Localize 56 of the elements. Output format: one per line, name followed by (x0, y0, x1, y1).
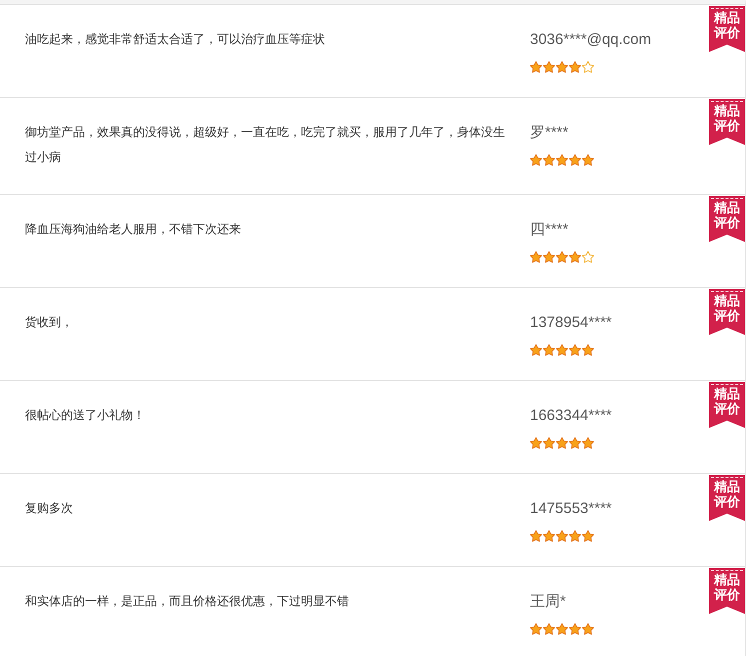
review-text: 货收到， (25, 314, 74, 331)
star-icon (582, 154, 594, 166)
star-icon (530, 61, 542, 73)
review-text: 御坊堂产品，效果真的没得说，超级好，一直在吃，吃完了就买，服用了几年了，身体没生过小病 (25, 124, 506, 166)
star-icon (556, 251, 568, 263)
star-icon (543, 251, 555, 263)
star-icon (530, 623, 542, 635)
star-icon (569, 437, 581, 449)
featured-review-ribbon: 精品评价 (709, 568, 745, 614)
featured-review-ribbon: 精品评价 (709, 6, 745, 52)
star-icon (582, 623, 594, 635)
star-icon (556, 154, 568, 166)
star-icon (582, 344, 594, 356)
reviewer-name: 3036****@qq.com (530, 30, 652, 50)
review-text: 复购多次 (25, 500, 74, 517)
reviewer-name: 1663344**** (530, 406, 612, 426)
featured-review-ribbon: 精品评价 (709, 196, 745, 242)
featured-review-ribbon: 精品评价 (709, 475, 745, 521)
featured-review-ribbon: 精品评价 (709, 289, 745, 335)
review-text: 很帖心的送了小礼物！ (25, 407, 146, 424)
star-icon (556, 530, 568, 542)
star-icon (530, 344, 542, 356)
star-icon (569, 61, 581, 73)
star-icon (543, 530, 555, 542)
star-outline-icon (582, 251, 594, 263)
star-icon (569, 623, 581, 635)
star-icon (543, 61, 555, 73)
star-icon (543, 154, 555, 166)
reviewer-name: 罗**** (530, 123, 568, 143)
review-text: 油吃起来，感觉非常舒适太合适了，可以治疗血压等症状 (25, 31, 326, 48)
star-icon (543, 437, 555, 449)
star-icon (569, 530, 581, 542)
reviewer-name: 1378954**** (530, 313, 612, 333)
review-text: 和实体店的一样，是正品，而且价格还很优惠，下过明显不错 (25, 593, 350, 610)
star-icon (543, 623, 555, 635)
reviewer-name: 1475553**** (530, 499, 612, 519)
star-icon (530, 251, 542, 263)
star-icon (582, 530, 594, 542)
star-icon (556, 437, 568, 449)
featured-review-ribbon: 精品评价 (709, 382, 745, 428)
reviewer-name: 王周* (530, 592, 566, 612)
star-icon (543, 344, 555, 356)
star-icon (582, 437, 594, 449)
star-icon (530, 437, 542, 449)
reviewer-name: 四**** (530, 220, 568, 240)
featured-review-ribbon: 精品评价 (709, 99, 745, 145)
star-icon (556, 623, 568, 635)
review-text: 降血压海狗油给老人服用，不错下次还来 (25, 221, 242, 238)
star-icon (530, 154, 542, 166)
star-icon (530, 530, 542, 542)
star-icon (569, 344, 581, 356)
star-icon (569, 154, 581, 166)
star-icon (556, 344, 568, 356)
star-icon (569, 251, 581, 263)
star-outline-icon (582, 61, 594, 73)
star-icon (556, 61, 568, 73)
